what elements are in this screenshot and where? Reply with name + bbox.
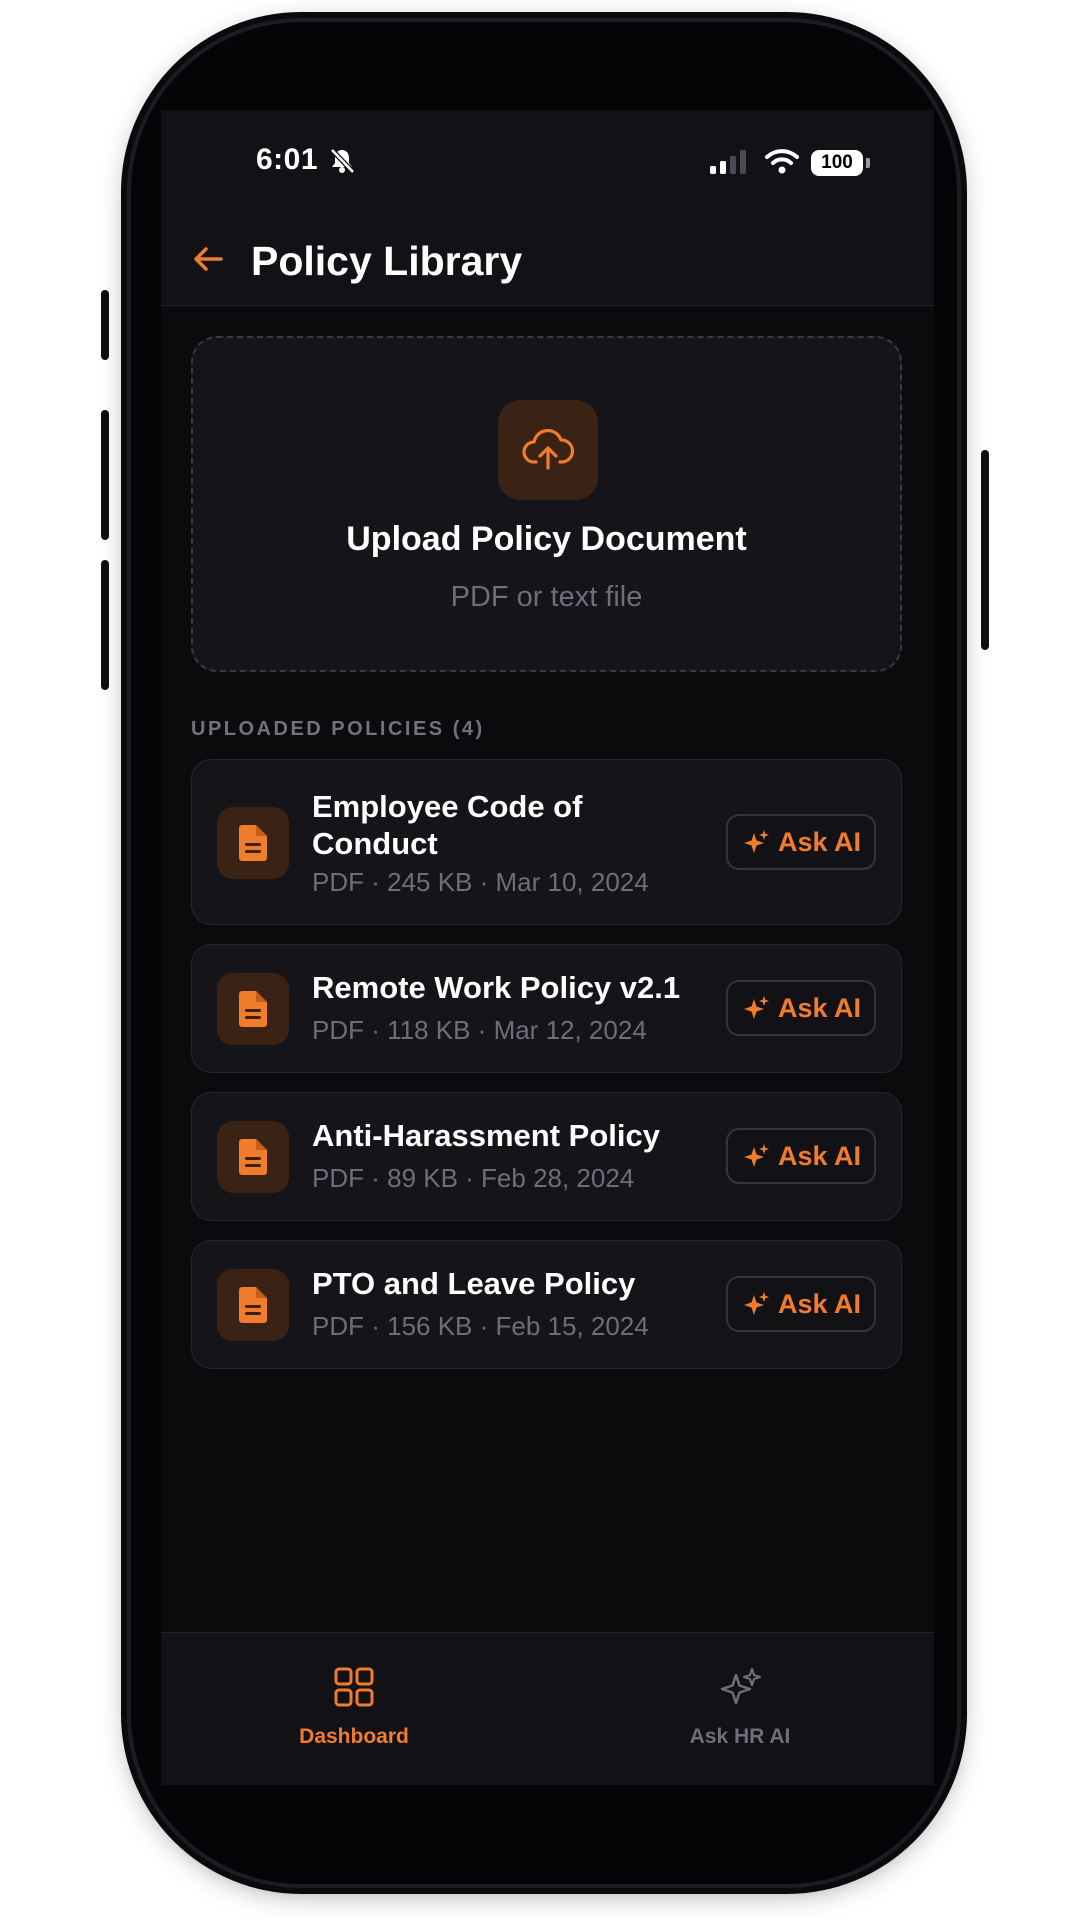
page-title: Policy Library [251, 238, 523, 284]
document-icon [217, 807, 289, 879]
volume-down-button [101, 560, 109, 690]
upload-title: Upload Policy Document [346, 520, 747, 558]
policy-title: PTO and Leave Policy [312, 1266, 636, 1301]
upload-subtitle: PDF or text file [450, 581, 643, 613]
sparkle-icon [744, 996, 769, 1019]
ask-ai-button[interactable]: Ask AI [726, 1276, 876, 1332]
status-bar: 6:01 100 [161, 110, 934, 210]
policy-card[interactable]: PTO and Leave Policy PDF · 156 KB · Feb … [191, 1240, 902, 1369]
cellular-signal-icon [710, 150, 746, 179]
grid-icon [334, 1667, 374, 1707]
policy-card[interactable]: Anti-Harassment Policy PDF · 89 KB · Feb… [191, 1092, 902, 1221]
app-screen: 6:01 100 Policy Library Upload Policy Do… [161, 110, 934, 1785]
policy-meta: PDF · 245 KB · Mar 10, 2024 [312, 867, 649, 897]
nav-item-dashboard[interactable]: Dashboard [161, 1633, 547, 1785]
mute-switch [101, 290, 109, 360]
sparkle-icon [744, 1292, 769, 1315]
upload-icon-container [498, 400, 598, 500]
nav-label-dashboard: Dashboard [299, 1725, 409, 1748]
policy-title: Anti-Harassment Policy [312, 1118, 660, 1153]
policy-meta: PDF · 89 KB · Feb 28, 2024 [312, 1163, 635, 1193]
document-icon [217, 1121, 289, 1193]
policy-meta: PDF · 156 KB · Feb 15, 2024 [312, 1311, 649, 1341]
ask-ai-label: Ask AI [778, 1141, 862, 1171]
volume-up-button [101, 410, 109, 540]
battery-tip [866, 158, 870, 168]
power-button [981, 450, 989, 650]
sparkles-icon [720, 1667, 762, 1705]
policy-meta: PDF · 118 KB · Mar 12, 2024 [312, 1015, 647, 1045]
policy-card[interactable]: Remote Work Policy v2.1 PDF · 118 KB · M… [191, 944, 902, 1073]
ask-ai-label: Ask AI [778, 827, 862, 857]
section-label: UPLOADED POLICIES (4) [191, 718, 485, 740]
battery-indicator: 100 [811, 150, 863, 176]
policy-card[interactable]: Employee Code of Conduct PDF · 245 KB · … [191, 759, 902, 925]
document-icon [217, 1269, 289, 1341]
nav-item-ask-hr-ai[interactable]: Ask HR AI [547, 1633, 933, 1785]
wifi-icon [765, 148, 799, 179]
app-header: Policy Library [161, 210, 934, 306]
upload-dropzone[interactable]: Upload Policy Document PDF or text file [191, 336, 902, 672]
document-icon [217, 973, 289, 1045]
policy-title: Employee Code of Conduct [312, 789, 583, 861]
cloud-upload-icon [522, 429, 574, 470]
nav-label-ask-hr-ai: Ask HR AI [689, 1725, 791, 1748]
ask-ai-button[interactable]: Ask AI [726, 980, 876, 1036]
ask-ai-button[interactable]: Ask AI [726, 1128, 876, 1184]
sparkle-icon [744, 830, 769, 853]
back-arrow-icon[interactable] [193, 246, 223, 277]
ask-ai-label: Ask AI [778, 1289, 862, 1319]
bottom-nav: Dashboard Ask HR AI [161, 1632, 934, 1785]
sparkle-icon [744, 1144, 769, 1167]
policy-title: Remote Work Policy v2.1 [312, 970, 681, 1005]
ask-ai-button[interactable]: Ask AI [726, 814, 876, 870]
bell-muted-icon [329, 147, 355, 180]
status-time: 6:01 [256, 143, 319, 176]
ask-ai-label: Ask AI [778, 993, 862, 1023]
